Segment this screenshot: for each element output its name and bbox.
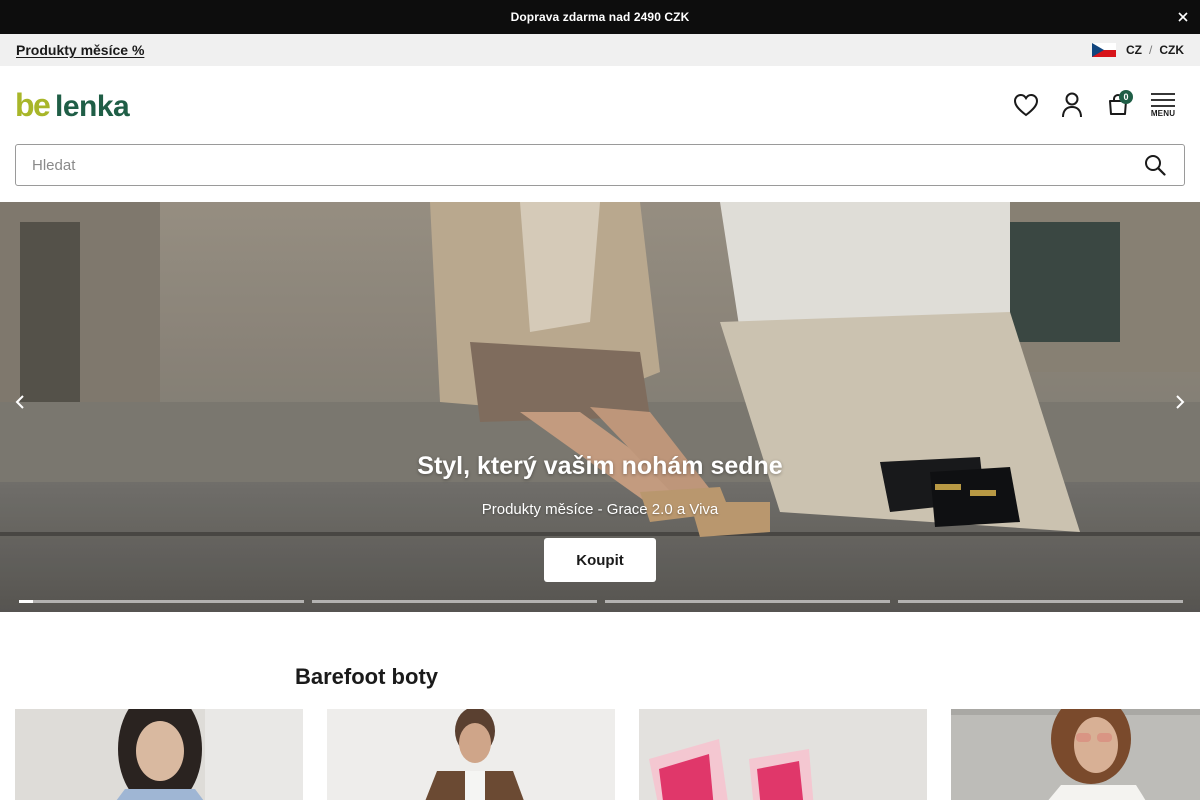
- category-card-kids[interactable]: [639, 709, 927, 800]
- hamburger-icon: [1151, 93, 1175, 107]
- shopping-bag-icon[interactable]: 0: [1095, 85, 1141, 125]
- hero-slider: Styl, který vašim nohám sedne Produkty m…: [0, 202, 1200, 612]
- close-icon[interactable]: [1174, 8, 1192, 26]
- chevron-left-icon[interactable]: [8, 390, 32, 414]
- card-image: [15, 709, 303, 800]
- hero-buy-button[interactable]: Koupit: [544, 538, 656, 582]
- slide-indicator[interactable]: [605, 600, 890, 603]
- announcement-text: Doprava zdarma nad 2490 CZK: [510, 10, 690, 24]
- hero-subtitle: Produkty měsíce - Grace 2.0 a Viva: [481, 501, 719, 518]
- svg-text:be: be: [15, 88, 50, 122]
- slide-indicator[interactable]: [898, 600, 1183, 603]
- search-bar: [15, 144, 1185, 186]
- heart-icon[interactable]: [1003, 85, 1049, 125]
- slide-indicator[interactable]: [19, 600, 304, 603]
- card-image: [327, 709, 615, 800]
- site-header: be lenka 0 MENU: [0, 66, 1200, 144]
- category-card-men[interactable]: [327, 709, 615, 800]
- logo[interactable]: be lenka: [15, 85, 137, 125]
- header-actions: 0 MENU: [1003, 85, 1185, 125]
- sub-bar: Produkty měsíce % CZ / CZK: [0, 34, 1200, 66]
- hero-title: Styl, který vašim nohám sedne: [417, 452, 783, 480]
- czech-flag-icon: [1091, 43, 1116, 57]
- svg-text:lenka: lenka: [55, 90, 130, 122]
- slide-indicator[interactable]: [312, 600, 597, 603]
- promo-link[interactable]: Produkty měsíce %: [16, 42, 144, 58]
- user-icon[interactable]: [1049, 85, 1095, 125]
- slide-indicators: [19, 600, 1183, 603]
- menu-label: MENU: [1150, 109, 1176, 118]
- search-wrapper: [0, 144, 1200, 202]
- slide-progress-fill: [19, 600, 34, 603]
- card-image: [639, 709, 927, 800]
- menu-button[interactable]: MENU: [1141, 85, 1185, 125]
- cart-count-badge: 0: [1119, 90, 1133, 104]
- category-cards: [15, 709, 1200, 800]
- logo-image: be lenka: [15, 88, 131, 122]
- category-card-women-2[interactable]: [951, 709, 1200, 800]
- locale-separator: /: [1148, 43, 1153, 57]
- section-title: Barefoot boty: [295, 664, 438, 689]
- chevron-right-icon[interactable]: [1168, 390, 1192, 414]
- search-input[interactable]: [32, 156, 1142, 174]
- search-icon[interactable]: [1142, 152, 1168, 178]
- locale-language: CZ: [1125, 43, 1142, 57]
- locale-switcher[interactable]: CZ / CZK: [1091, 43, 1184, 57]
- announcement-bar: Doprava zdarma nad 2490 CZK: [0, 0, 1200, 34]
- locale-currency: CZK: [1159, 43, 1184, 57]
- card-image: [951, 709, 1200, 800]
- category-card-women[interactable]: [15, 709, 303, 800]
